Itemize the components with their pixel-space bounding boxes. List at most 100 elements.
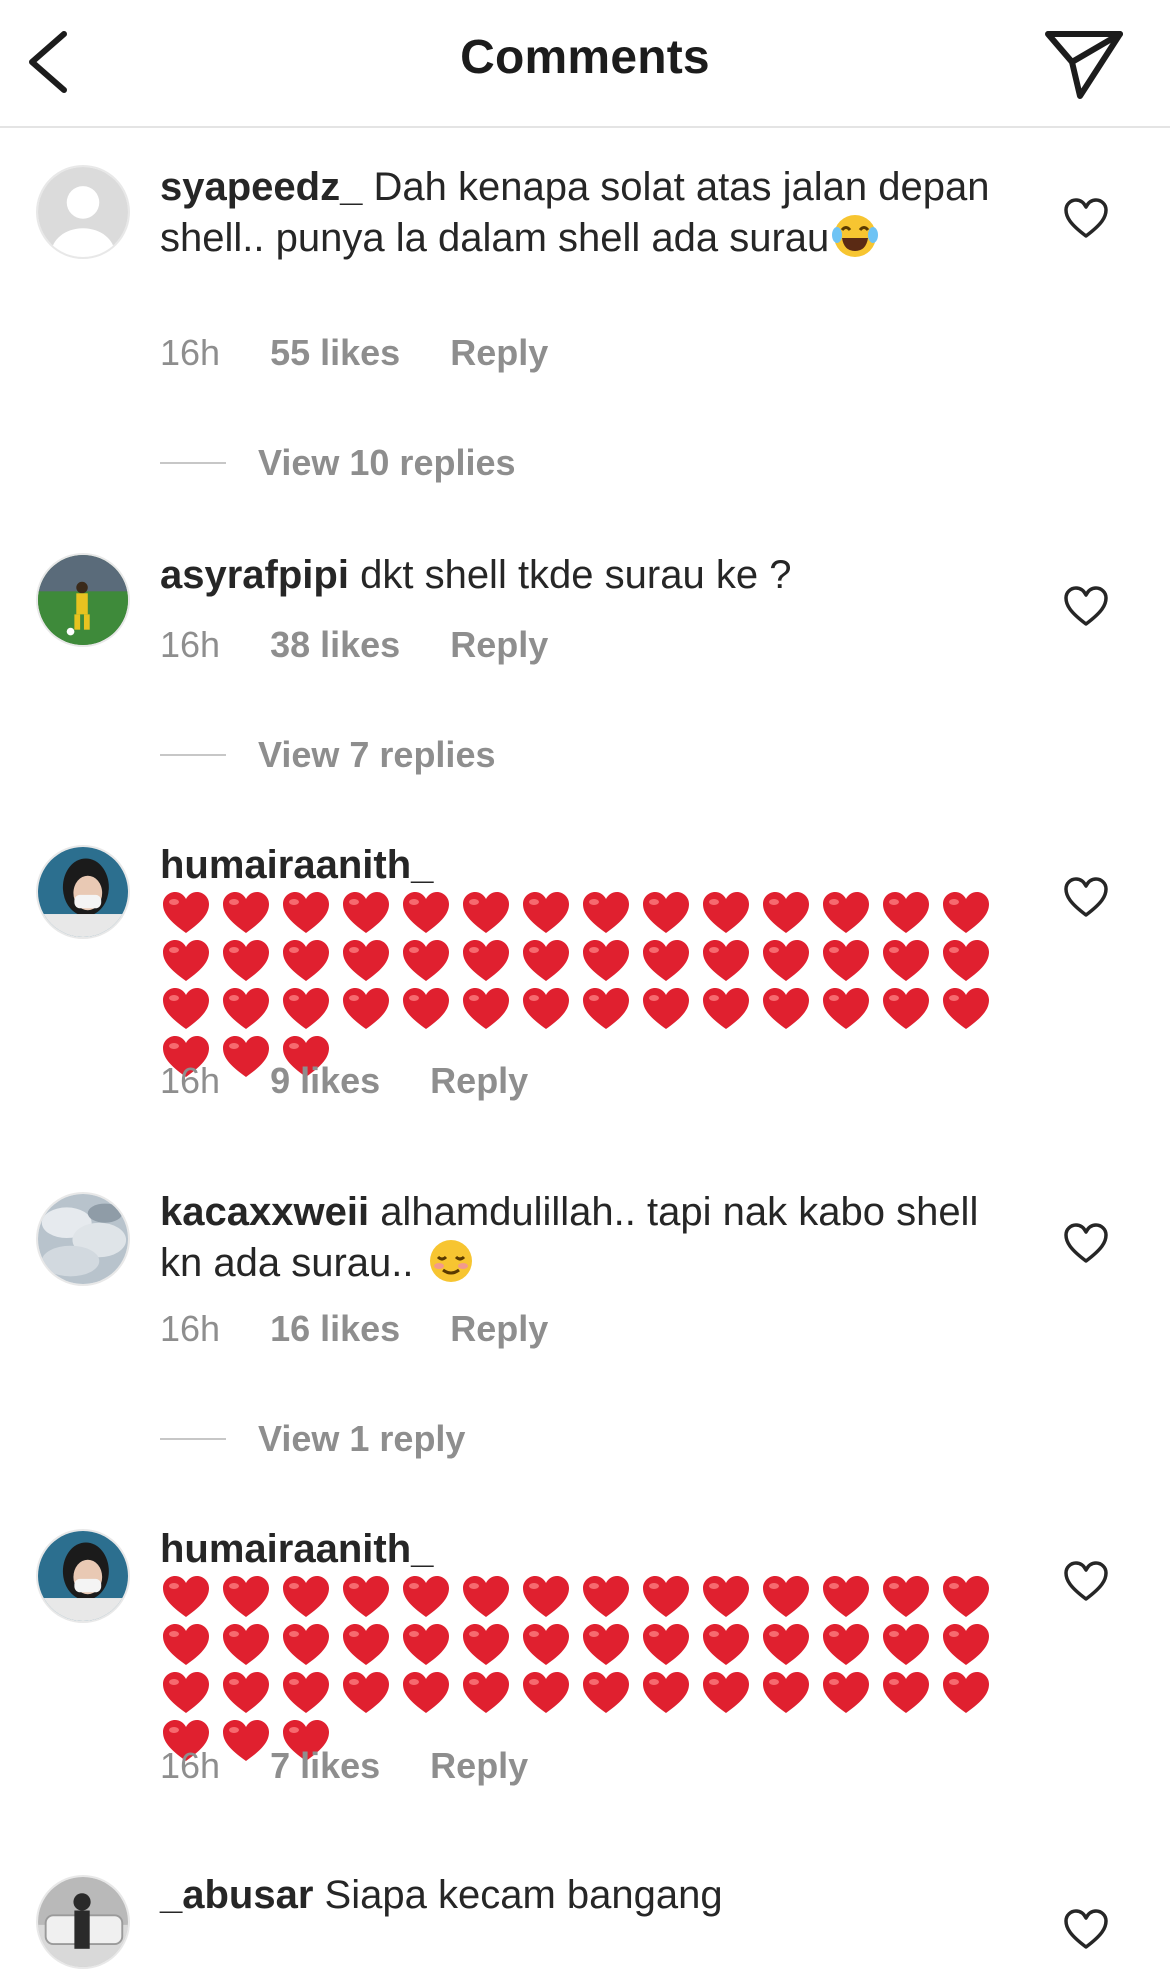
red-heart-emoji-icon	[220, 889, 280, 937]
reply-button[interactable]: Reply	[450, 1308, 548, 1350]
red-heart-emoji-icon	[400, 985, 460, 1033]
heart-outline-icon[interactable]	[1062, 1220, 1110, 1268]
red-hearts-emoji-group	[160, 889, 1010, 1081]
smiling-blush-emoji-icon	[425, 1236, 477, 1284]
red-heart-emoji-icon	[820, 937, 880, 985]
red-heart-emoji-icon	[820, 1669, 880, 1717]
red-heart-emoji-icon	[580, 985, 640, 1033]
comment-time: 16h	[160, 1060, 221, 1101]
comment-text: syapeedz_ Dah kenapa solat atas jalan de…	[160, 163, 1000, 262]
red-heart-emoji-icon	[280, 937, 340, 985]
comment-username[interactable]: asyrafpipi	[160, 553, 349, 597]
red-heart-emoji-icon	[460, 889, 520, 937]
red-heart-emoji-icon	[520, 985, 580, 1033]
person-with-mask-avatar-icon	[38, 1531, 128, 1621]
avatar[interactable]	[36, 1192, 130, 1286]
red-heart-emoji-icon	[640, 985, 700, 1033]
paper-plane-icon	[1045, 31, 1123, 99]
default-avatar-icon	[38, 167, 128, 257]
red-heart-emoji-icon	[880, 1573, 940, 1621]
red-heart-emoji-icon	[460, 1573, 520, 1621]
comment-text: kacaxxweii alhamdulillah.. tapi nak kabo…	[160, 1188, 1000, 1287]
likes-count[interactable]: 9 likes	[270, 1060, 380, 1102]
comment-text: asyrafpipi dkt shell tkde surau ke ?	[160, 551, 1000, 599]
red-heart-emoji-icon	[700, 937, 760, 985]
red-heart-emoji-icon	[160, 1573, 220, 1621]
divider	[160, 754, 226, 756]
red-heart-emoji-icon	[520, 889, 580, 937]
red-heart-emoji-icon	[340, 1621, 400, 1669]
red-heart-emoji-icon	[460, 937, 520, 985]
red-heart-emoji-icon	[280, 1573, 340, 1621]
heart-outline-icon[interactable]	[1062, 874, 1110, 922]
avatar[interactable]	[36, 845, 130, 939]
likes-count[interactable]: 7 likes	[270, 1745, 380, 1787]
red-heart-emoji-icon	[940, 937, 1000, 985]
red-heart-emoji-icon	[640, 937, 700, 985]
red-heart-emoji-icon	[340, 1669, 400, 1717]
share-button[interactable]	[1040, 22, 1130, 102]
comment-time: 16h	[160, 624, 221, 665]
red-heart-emoji-icon	[520, 1573, 580, 1621]
red-heart-emoji-icon	[880, 1669, 940, 1717]
comment-username[interactable]: _abusar	[160, 1873, 313, 1917]
avatar[interactable]	[36, 165, 130, 259]
comment-username[interactable]: syapeedz_	[160, 165, 362, 209]
red-heart-emoji-icon	[400, 937, 460, 985]
view-replies-button[interactable]: View 7 replies	[160, 734, 495, 776]
view-replies-button[interactable]: View 10 replies	[160, 442, 516, 484]
comment-meta: 16h 9 likes Reply	[160, 1060, 528, 1102]
reply-button[interactable]: Reply	[450, 332, 548, 374]
clouds-avatar-icon	[38, 1194, 128, 1284]
reply-button[interactable]: Reply	[450, 624, 548, 666]
reply-button[interactable]: Reply	[430, 1060, 528, 1102]
red-heart-emoji-icon	[160, 1669, 220, 1717]
likes-count[interactable]: 16 likes	[270, 1308, 400, 1350]
red-heart-emoji-icon	[640, 1573, 700, 1621]
red-heart-emoji-icon	[220, 985, 280, 1033]
red-heart-emoji-icon	[640, 1621, 700, 1669]
red-hearts-emoji-group	[160, 1573, 1010, 1765]
heart-outline-icon[interactable]	[1062, 583, 1110, 631]
view-replies-label: View 7 replies	[258, 734, 496, 775]
heart-outline-icon[interactable]	[1062, 1906, 1110, 1954]
red-heart-emoji-icon	[940, 889, 1000, 937]
red-heart-emoji-icon	[280, 889, 340, 937]
red-heart-emoji-icon	[460, 1621, 520, 1669]
red-heart-emoji-icon	[400, 1573, 460, 1621]
comment-username[interactable]: kacaxxweii	[160, 1190, 369, 1234]
comment-meta: 16h 55 likes Reply	[160, 332, 548, 374]
red-heart-emoji-icon	[400, 1621, 460, 1669]
reply-button[interactable]: Reply	[430, 1745, 528, 1787]
comment-username[interactable]: humairaanith_	[160, 1527, 433, 1571]
comment-username[interactable]: humairaanith_	[160, 843, 433, 887]
avatar[interactable]	[36, 1529, 130, 1623]
heart-outline-icon[interactable]	[1062, 1558, 1110, 1606]
red-heart-emoji-icon	[520, 1669, 580, 1717]
red-heart-emoji-icon	[220, 937, 280, 985]
comment-body: Siapa kecam bangang	[324, 1873, 723, 1917]
comment-body: dkt shell tkde surau ke ?	[360, 553, 792, 597]
red-heart-emoji-icon	[280, 985, 340, 1033]
likes-count[interactable]: 38 likes	[270, 624, 400, 666]
heart-outline-icon[interactable]	[1062, 195, 1110, 243]
laughing-tears-emoji-icon	[829, 211, 881, 259]
football-player-avatar-icon	[38, 555, 128, 645]
red-heart-emoji-icon	[760, 1573, 820, 1621]
view-replies-button[interactable]: View 1 reply	[160, 1418, 465, 1460]
comment-text: humairaanith_	[160, 1525, 1010, 1765]
avatar[interactable]	[36, 1875, 130, 1969]
red-heart-emoji-icon	[580, 1669, 640, 1717]
red-heart-emoji-icon	[700, 1621, 760, 1669]
red-heart-emoji-icon	[580, 1573, 640, 1621]
header-bar: Comments	[0, 0, 1170, 128]
red-heart-emoji-icon	[400, 889, 460, 937]
red-heart-emoji-icon	[280, 1621, 340, 1669]
red-heart-emoji-icon	[700, 985, 760, 1033]
red-heart-emoji-icon	[160, 985, 220, 1033]
likes-count[interactable]: 55 likes	[270, 332, 400, 374]
avatar[interactable]	[36, 553, 130, 647]
red-heart-emoji-icon	[220, 1621, 280, 1669]
red-heart-emoji-icon	[580, 889, 640, 937]
red-heart-emoji-icon	[340, 985, 400, 1033]
